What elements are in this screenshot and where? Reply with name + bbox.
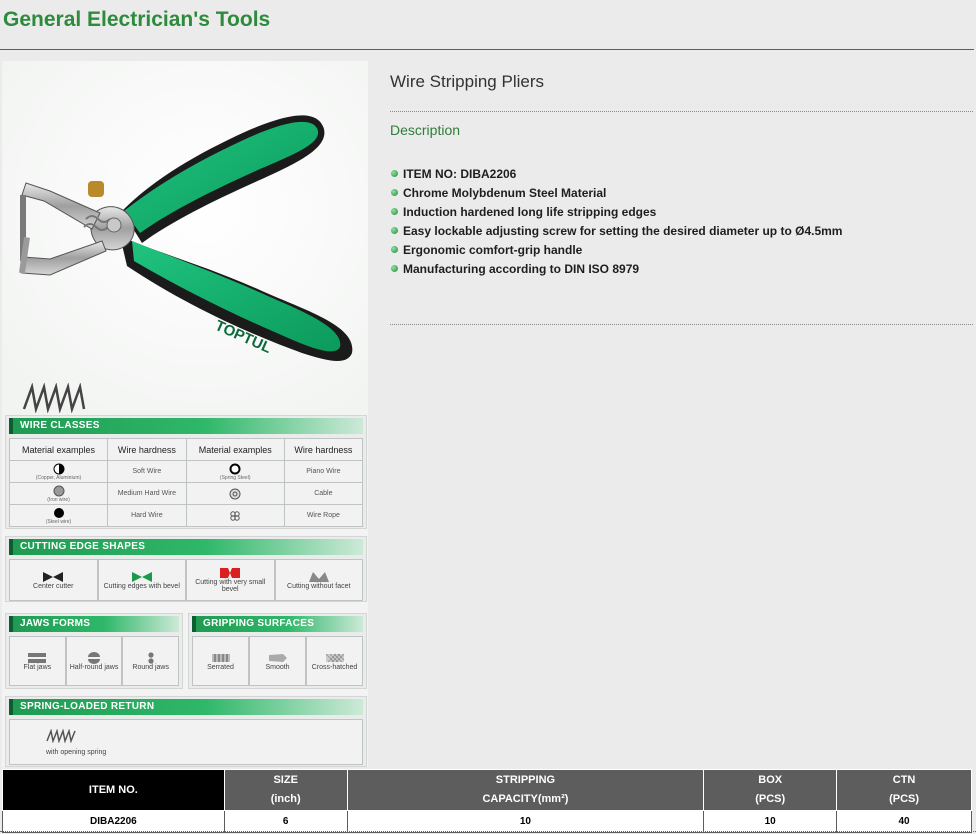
spring-icon: [46, 728, 76, 743]
material-note: (Steel wire): [45, 518, 72, 525]
spring-return-item: with opening spring: [9, 719, 363, 765]
product-image-panel: TOPTUL WIRE CLASSES Material examples Wi…: [2, 61, 368, 767]
divider: [0, 831, 976, 832]
wire-stripping-pliers-image: TOPTUL: [2, 61, 368, 411]
wire-hardness: Piano Wire: [283, 460, 364, 483]
cutting-edge-item: Center cutter: [9, 559, 98, 601]
cell-box: 10: [703, 810, 838, 833]
material-note: (Spring Steel): [219, 474, 251, 481]
feature-item: Induction hardened long life stripping e…: [391, 202, 842, 221]
gripping-surface-item: Serrated: [192, 636, 249, 686]
wire-rope-icon: [230, 510, 240, 521]
cell-ctn: 40: [836, 810, 972, 833]
wire-hardness: Hard Wire: [107, 504, 187, 527]
wire-classes-title: WIRE CLASSES: [9, 418, 363, 434]
bullet-icon: [391, 170, 398, 177]
flat-jaws-icon: [28, 652, 47, 663]
material-note: (Iron wire): [47, 496, 70, 503]
gripping-surfaces-title: GRIPPING SURFACES: [192, 616, 363, 632]
cutting-edge-item: Cutting without facet: [274, 559, 363, 601]
jaws-forms-title: JAWS FORMS: [9, 616, 179, 632]
cutting-edge-shapes-title: CUTTING EDGE SHAPES: [9, 539, 363, 555]
wire-hardness: Soft Wire: [107, 460, 187, 483]
wire-classes-section: WIRE CLASSES Material examples Wire hard…: [5, 415, 367, 529]
jaws-form-item: Flat jaws: [9, 636, 66, 686]
bullet-icon: [391, 246, 398, 253]
wire-classes-header: Material examples: [8, 438, 109, 461]
product-name: Wire Stripping Pliers: [390, 72, 544, 91]
divider: [390, 111, 973, 112]
serrated-icon: [211, 653, 230, 662]
header-size: SIZE (inch): [223, 769, 348, 811]
cutting-edge-item: Cutting edges with bevel: [97, 559, 186, 601]
bullet-icon: [391, 227, 398, 234]
page: General Electrician's Tools TOPTUL WIRE …: [0, 0, 976, 834]
wire-classes-header: Wire hardness: [107, 438, 187, 461]
smooth-icon: [268, 653, 287, 662]
wire-classes-table: Material examples Wire hardness Material…: [8, 438, 364, 527]
cell-item-no: DIBA2206: [2, 810, 225, 833]
divider: [390, 324, 973, 325]
feature-item: Easy lockable adjusting screw for settin…: [391, 221, 842, 240]
gripping-surface-item: Cross-hatched: [306, 636, 363, 686]
jaws-form-item: Half-round jaws: [65, 636, 123, 686]
ring-icon: [229, 463, 241, 474]
half-round-jaws-icon: [88, 651, 100, 664]
wire-hardness: Wire Rope: [283, 504, 364, 527]
spring-loaded-return-title: SPRING-LOADED RETURN: [9, 699, 363, 715]
black-circle-icon: [53, 507, 64, 518]
wire-classes-header: Material examples: [185, 438, 285, 461]
cutting-edge-shapes-section: CUTTING EDGE SHAPES Center cutter Cuttin…: [5, 536, 367, 602]
header-stripping-capacity: STRIPPING CAPACITY(mm²): [346, 769, 705, 811]
table-row: DIBA2206 6 10 10 40: [2, 810, 972, 833]
bullet-icon: [391, 208, 398, 215]
jaws-forms-section: JAWS FORMS Flat jaws Half-round jaws Rou…: [5, 613, 183, 689]
feature-item: Manufacturing according to DIN ISO 8979: [391, 259, 842, 278]
feature-item: Chrome Molybdenum Steel Material: [391, 183, 842, 202]
cross-hatched-icon: [325, 653, 344, 662]
wire-hardness: Medium Hard Wire: [107, 482, 187, 505]
feature-item: Ergonomic comfort-grip handle: [391, 240, 842, 259]
spring-loaded-return-section: SPRING-LOADED RETURN with opening spring: [5, 696, 367, 767]
small-bevel-cutter-icon: [220, 568, 241, 578]
half-filled-circle-icon: [53, 463, 65, 474]
cell-size: 6: [223, 810, 348, 833]
cell-capacity: 10: [346, 810, 705, 833]
center-cutter-icon: [43, 571, 64, 582]
header-ctn: CTN (PCS): [836, 769, 972, 811]
feature-list: ITEM NO: DIBA2206 Chrome Molybdenum Stee…: [391, 164, 842, 278]
material-note: (Copper, Aluminium): [35, 474, 82, 481]
gripping-surfaces-section: GRIPPING SURFACES Serrated Smooth Cross-…: [188, 613, 367, 689]
jaws-form-item: Round jaws: [122, 636, 180, 686]
gripping-surface-item: Smooth: [249, 636, 306, 686]
gray-circle-icon: [53, 485, 65, 496]
bullet-icon: [391, 189, 398, 196]
wire-hardness: Cable: [283, 482, 364, 505]
spec-table-header: ITEM NO. SIZE (inch) STRIPPING CAPACITY(mm…: [2, 769, 972, 811]
round-jaws-icon: [148, 651, 154, 664]
bevel-cutter-icon: [131, 571, 152, 582]
page-title: General Electrician's Tools: [3, 8, 271, 31]
wire-classes-header: Wire hardness: [283, 438, 364, 461]
product-photo: TOPTUL: [2, 61, 368, 413]
cutting-edge-item: Cutting with very small bevel: [186, 559, 275, 601]
header-box: BOX (PCS): [703, 769, 838, 811]
cable-icon: [229, 488, 241, 499]
title-divider: [0, 49, 974, 50]
spring-icon: [22, 383, 86, 413]
feature-item: ITEM NO: DIBA2206: [391, 164, 842, 183]
no-facet-cutter-icon: [308, 571, 329, 582]
header-item-no: ITEM NO.: [2, 769, 225, 811]
bullet-icon: [391, 265, 398, 272]
description-heading: Description: [390, 122, 461, 138]
spec-table: ITEM NO. SIZE (inch) STRIPPING CAPACITY(mm…: [2, 769, 972, 833]
